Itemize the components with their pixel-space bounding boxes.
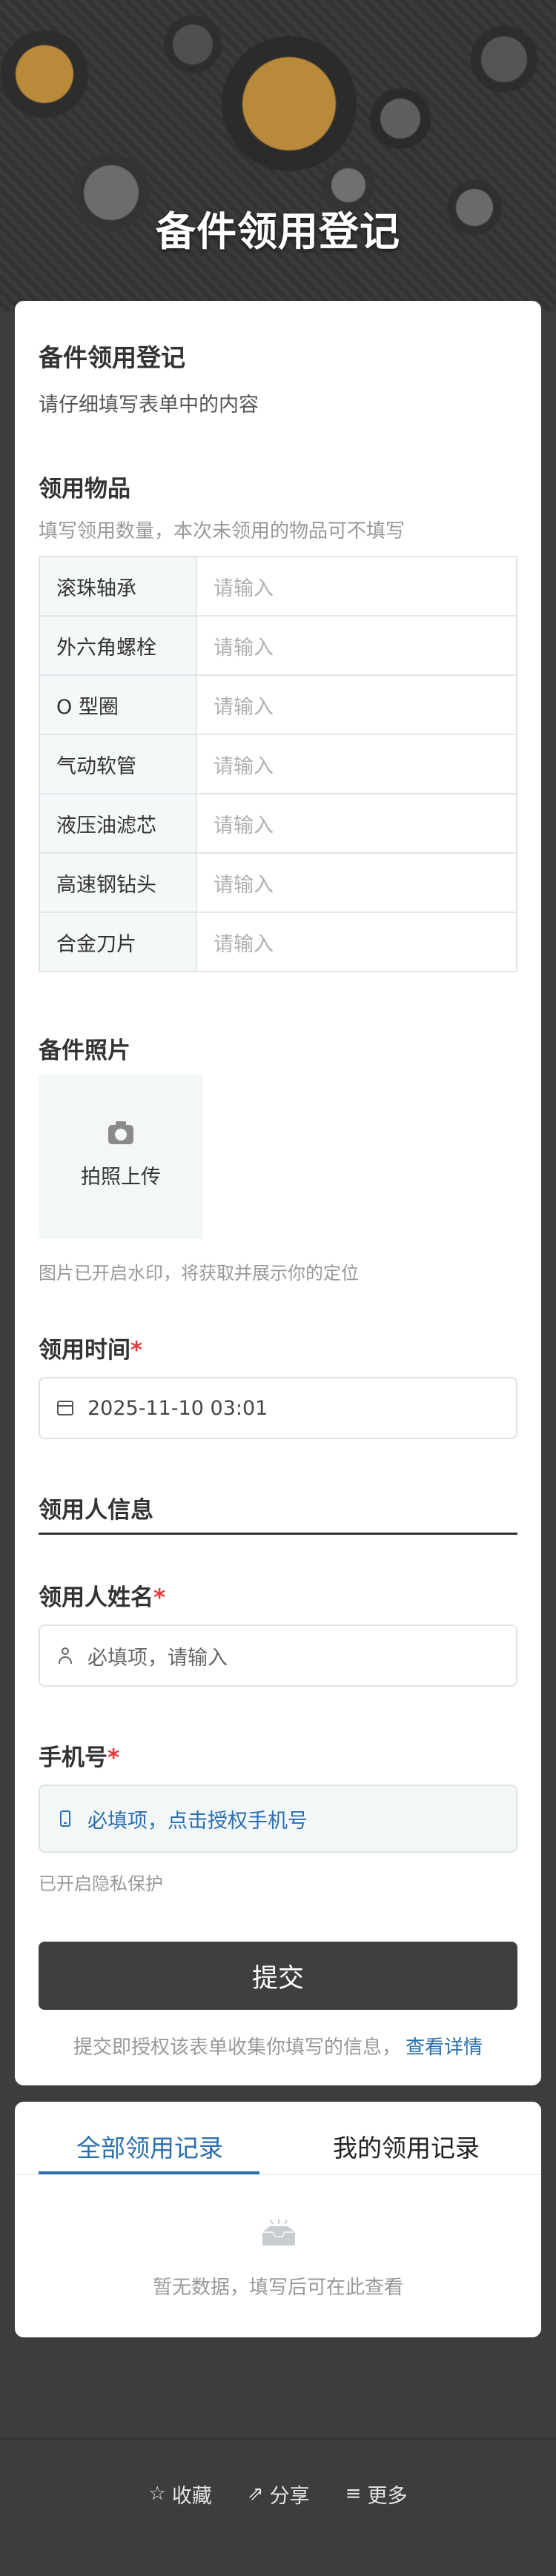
quantity-input[interactable]: 请输入: [196, 793, 517, 854]
recipient-section-header: 领用人信息: [39, 1491, 517, 1535]
favorite-button[interactable]: ☆ 收藏: [149, 2480, 212, 2509]
share-icon: ⇗: [247, 2483, 264, 2505]
item-name: 合金刀片: [39, 912, 197, 972]
phone-section-title: 手机号*: [39, 1745, 120, 1771]
header-banner-image: 备件领用登记: [0, 0, 556, 311]
privacy-hint: 已开启隐私保护: [39, 1873, 163, 1894]
agreement-text: 提交即授权该表单收集你填写的信息， 查看详情: [73, 2036, 483, 2059]
table-row: 滚珠轴承 请输入: [39, 556, 517, 617]
quantity-input[interactable]: 请输入: [196, 852, 517, 913]
table-row: O 型圈 请输入: [39, 674, 517, 735]
time-picker[interactable]: 2025-11-10 03:01: [39, 1377, 517, 1439]
photo-section-title: 备件照片: [39, 1038, 130, 1064]
footer-divider: [0, 2438, 556, 2440]
quantity-input[interactable]: 请输入: [196, 615, 517, 676]
item-name: 液压油滤芯: [39, 793, 197, 854]
footer-bar: ☆ 收藏 ⇗ 分享 ≡ 更多: [0, 2475, 556, 2512]
form-subtitle: 请仔细填写表单中的内容: [39, 394, 259, 416]
page-title: 备件领用登记: [156, 208, 400, 255]
required-mark: *: [153, 1584, 166, 1611]
menu-icon: ≡: [345, 2483, 362, 2505]
empty-inbox-icon: [262, 2219, 295, 2245]
item-name: 高速钢钻头: [39, 852, 197, 913]
table-row: 合金刀片 请输入: [39, 912, 517, 972]
user-icon: [53, 1647, 77, 1664]
quantity-input[interactable]: 请输入: [196, 912, 517, 972]
active-tab-indicator: [39, 2171, 259, 2174]
upload-label: 拍照上传: [81, 1165, 161, 1189]
item-name: 气动软管: [39, 734, 197, 794]
form-title: 备件领用登记: [39, 343, 185, 372]
view-details-link[interactable]: 查看详情: [406, 2036, 483, 2059]
table-row: 高速钢钻头 请输入: [39, 852, 517, 913]
time-value: 2025-11-10 03:01: [87, 1396, 268, 1420]
star-icon: ☆: [148, 2483, 166, 2505]
phone-icon: [53, 1810, 77, 1827]
calendar-icon: [53, 1401, 77, 1415]
photo-hint: 图片已开启水印，将获取并展示你的定位: [39, 1263, 359, 1284]
items-section-title: 领用物品: [39, 476, 130, 502]
phone-button-label: 必填项，点击授权手机号: [87, 1809, 308, 1833]
items-table: 滚珠轴承 请输入 外六角螺栓 请输入 O 型圈 请输入 气动软管 请输入 液压油滤芯 请输…: [39, 556, 517, 972]
records-tabs: 全部领用记录 我的领用记录: [15, 2102, 541, 2175]
form-card: 备件领用登记 请仔细填写表单中的内容 领用物品 填写领用数量，本次未领用的物品可…: [15, 301, 541, 2085]
name-section-title: 领用人姓名*: [39, 1584, 166, 1611]
required-mark: *: [107, 1745, 120, 1771]
more-button[interactable]: ≡ 更多: [345, 2480, 408, 2509]
share-button[interactable]: ⇗ 分享: [248, 2480, 310, 2509]
tab-my-records[interactable]: 我的领用记录: [295, 2128, 517, 2164]
records-card: 全部领用记录 我的领用记录 暂无数据，填写后可在此查看: [15, 2102, 541, 2337]
time-section-title: 领用时间*: [39, 1337, 143, 1364]
camera-icon: [108, 1121, 133, 1144]
empty-state-text: 暂无数据，填写后可在此查看: [152, 2277, 403, 2299]
submit-button[interactable]: 提交: [39, 1942, 517, 2010]
item-name: 滚珠轴承: [39, 556, 197, 617]
item-name: 外六角螺栓: [39, 615, 197, 676]
name-placeholder: 必填项，请输入: [87, 1646, 228, 1670]
table-row: 外六角螺栓 请输入: [39, 615, 517, 676]
table-row: 气动软管 请输入: [39, 734, 517, 794]
authorize-phone-button[interactable]: 必填项，点击授权手机号: [39, 1785, 517, 1853]
item-name: O 型圈: [39, 674, 197, 735]
tab-all-records[interactable]: 全部领用记录: [39, 2128, 261, 2164]
photo-upload-button[interactable]: 拍照上传: [39, 1075, 203, 1239]
table-row: 液压油滤芯 请输入: [39, 793, 517, 854]
required-mark: *: [130, 1337, 143, 1364]
items-section-hint: 填写领用数量，本次未领用的物品可不填写: [39, 520, 406, 542]
quantity-input[interactable]: 请输入: [196, 734, 517, 794]
name-input[interactable]: 必填项，请输入: [39, 1624, 517, 1687]
quantity-input[interactable]: 请输入: [196, 674, 517, 735]
quantity-input[interactable]: 请输入: [196, 556, 517, 617]
